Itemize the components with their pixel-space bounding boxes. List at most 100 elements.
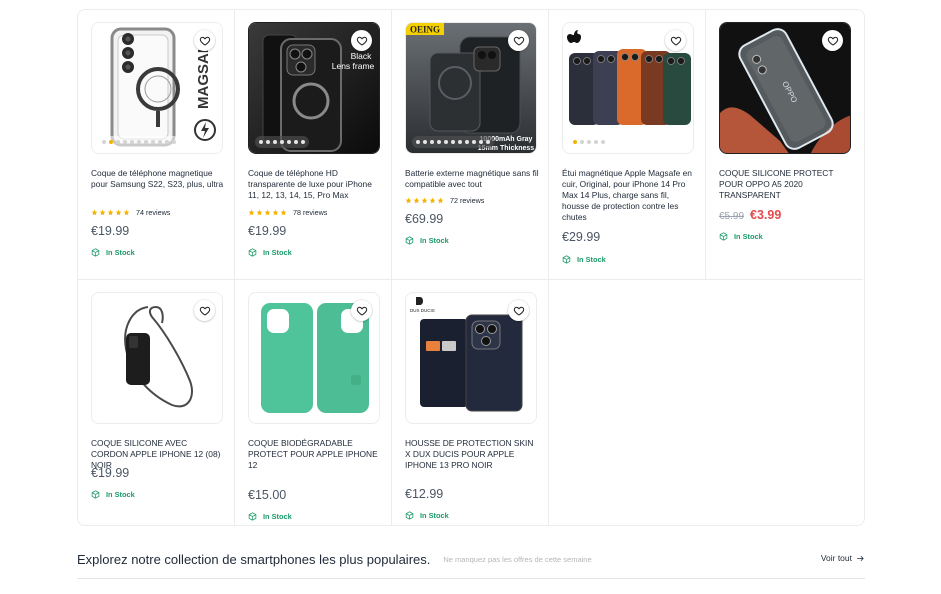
stock-label: In Stock (420, 511, 449, 520)
product-image[interactable] (248, 292, 380, 424)
carousel-dot[interactable] (130, 140, 134, 144)
image-carousel-dots[interactable] (98, 136, 180, 148)
carousel-dot[interactable] (102, 140, 106, 144)
carousel-dot[interactable] (259, 140, 263, 144)
carousel-dot[interactable] (294, 140, 298, 144)
product-title[interactable]: Coque de téléphone magnetique pour Samsu… (91, 168, 225, 190)
wishlist-button[interactable] (508, 30, 529, 51)
carousel-dot[interactable] (416, 140, 420, 144)
carousel-dot[interactable] (287, 140, 291, 144)
product-price: €19.99 (91, 224, 129, 238)
carousel-dot[interactable] (472, 140, 476, 144)
carousel-dot[interactable] (137, 140, 141, 144)
star-icon (264, 209, 271, 216)
star-rating (91, 209, 130, 216)
carousel-dot[interactable] (144, 140, 148, 144)
product-title[interactable]: HOUSSE DE PROTECTION SKIN X DUX DUCIS PO… (405, 438, 539, 471)
carousel-dot[interactable] (116, 140, 120, 144)
star-icon (256, 209, 263, 216)
carousel-dot[interactable] (301, 140, 305, 144)
product-rating: 72 reviews (405, 196, 484, 205)
product-title[interactable]: COQUE SILICONE PROTECT POUR OPPO A5 2020… (719, 168, 853, 201)
stock-label: In Stock (263, 512, 292, 521)
image-carousel-dots[interactable] (412, 136, 494, 148)
carousel-dot[interactable] (437, 140, 441, 144)
wishlist-button[interactable] (508, 300, 529, 321)
product-title[interactable]: COQUE BIODÉGRADABLE PROTECT POUR APPLE I… (248, 438, 382, 471)
star-icon (248, 209, 255, 216)
carousel-dot[interactable] (486, 140, 490, 144)
product-image[interactable]: DUX DUCIS (405, 292, 537, 424)
collection-section-header: Explorez notre collection de smartphones… (77, 549, 865, 569)
wishlist-button[interactable] (194, 300, 215, 321)
product-card[interactable]: OPPO COQUE SILICONE PROTECT POUR OPPO A5… (706, 10, 863, 280)
carousel-dot[interactable] (423, 140, 427, 144)
carousel-dot[interactable] (151, 140, 155, 144)
sale-price: €3.99 (750, 208, 782, 222)
wishlist-button[interactable] (665, 30, 686, 51)
product-image[interactable] (91, 292, 223, 424)
product-image[interactable] (562, 22, 694, 154)
price-value: €19.99 (91, 224, 130, 238)
stock-status: In Stock (91, 248, 135, 257)
heart-icon (356, 306, 367, 316)
stock-label: In Stock (734, 232, 763, 241)
product-card[interactable]: DUX DUCIS HOUSSE DE PROTECTION SKIN X DU… (392, 280, 549, 525)
product-title[interactable]: Coque de téléphone HD transparente de lu… (248, 168, 382, 201)
stock-status: In Stock (91, 490, 135, 499)
star-icon (413, 197, 420, 204)
star-icon (421, 197, 428, 204)
product-image[interactable]: Black Lens frame (248, 22, 380, 154)
product-image[interactable]: MAGSAI (91, 22, 223, 154)
box-icon (405, 236, 414, 245)
carousel-dot[interactable] (273, 140, 277, 144)
stock-status: In Stock (405, 236, 449, 245)
stock-status: In Stock (248, 512, 292, 521)
carousel-dot[interactable] (123, 140, 127, 144)
see-all-label: Voir tout (820, 553, 852, 563)
image-carousel-dots[interactable] (255, 136, 309, 148)
section-subtitle: Ne manquez pas les offres de cette semai… (443, 554, 592, 564)
product-title[interactable]: Batterie externe magnétique sans fil com… (405, 168, 539, 190)
carousel-dot[interactable] (158, 140, 162, 144)
carousel-dot[interactable] (458, 140, 462, 144)
image-carousel-dots[interactable] (569, 136, 609, 148)
product-image[interactable]: OEING 10000mAh Gray 15mm Thickness (405, 22, 537, 154)
product-image[interactable]: OPPO (719, 22, 851, 154)
wishlist-button[interactable] (194, 30, 215, 51)
carousel-dot[interactable] (594, 140, 598, 144)
product-title[interactable]: Étui magnétique Apple Magsafe en cuir, O… (562, 168, 696, 223)
carousel-dot[interactable] (573, 140, 577, 144)
product-card[interactable]: COQUE SILICONE AVEC CORDON APPLE IPHONE … (78, 280, 235, 525)
carousel-dot[interactable] (580, 140, 584, 144)
review-count: 72 reviews (450, 196, 485, 205)
product-card[interactable]: OEING 10000mAh Gray 15mm Thickness Batte… (392, 10, 549, 280)
carousel-dot[interactable] (479, 140, 483, 144)
box-icon (91, 490, 100, 499)
carousel-dot[interactable] (444, 140, 448, 144)
carousel-dot[interactable] (172, 140, 176, 144)
wishlist-button[interactable] (351, 30, 372, 51)
review-count: 78 reviews (293, 208, 328, 217)
star-icon (99, 209, 106, 216)
carousel-dot[interactable] (109, 140, 113, 144)
product-card[interactable]: COQUE BIODÉGRADABLE PROTECT POUR APPLE I… (235, 280, 392, 525)
wishlist-button[interactable] (822, 30, 843, 51)
carousel-dot[interactable] (587, 140, 591, 144)
carousel-dot[interactable] (430, 140, 434, 144)
wishlist-button[interactable] (351, 300, 372, 321)
product-price: €15.00 (248, 488, 286, 502)
stock-status: In Stock (719, 232, 763, 241)
product-card[interactable]: Black Lens frame Coque de téléphone HD t… (235, 10, 392, 280)
carousel-dot[interactable] (280, 140, 284, 144)
see-all-link[interactable]: Voir tout (821, 553, 865, 563)
carousel-dot[interactable] (165, 140, 169, 144)
heart-icon (199, 36, 210, 46)
product-card[interactable]: Étui magnétique Apple Magsafe en cuir, O… (549, 10, 706, 280)
carousel-dot[interactable] (601, 140, 605, 144)
carousel-dot[interactable] (465, 140, 469, 144)
carousel-dot[interactable] (266, 140, 270, 144)
product-card[interactable]: MAGSAI Coque de téléphone magnetique pou… (78, 10, 235, 280)
carousel-dot[interactable] (451, 140, 455, 144)
heart-icon (827, 36, 838, 46)
